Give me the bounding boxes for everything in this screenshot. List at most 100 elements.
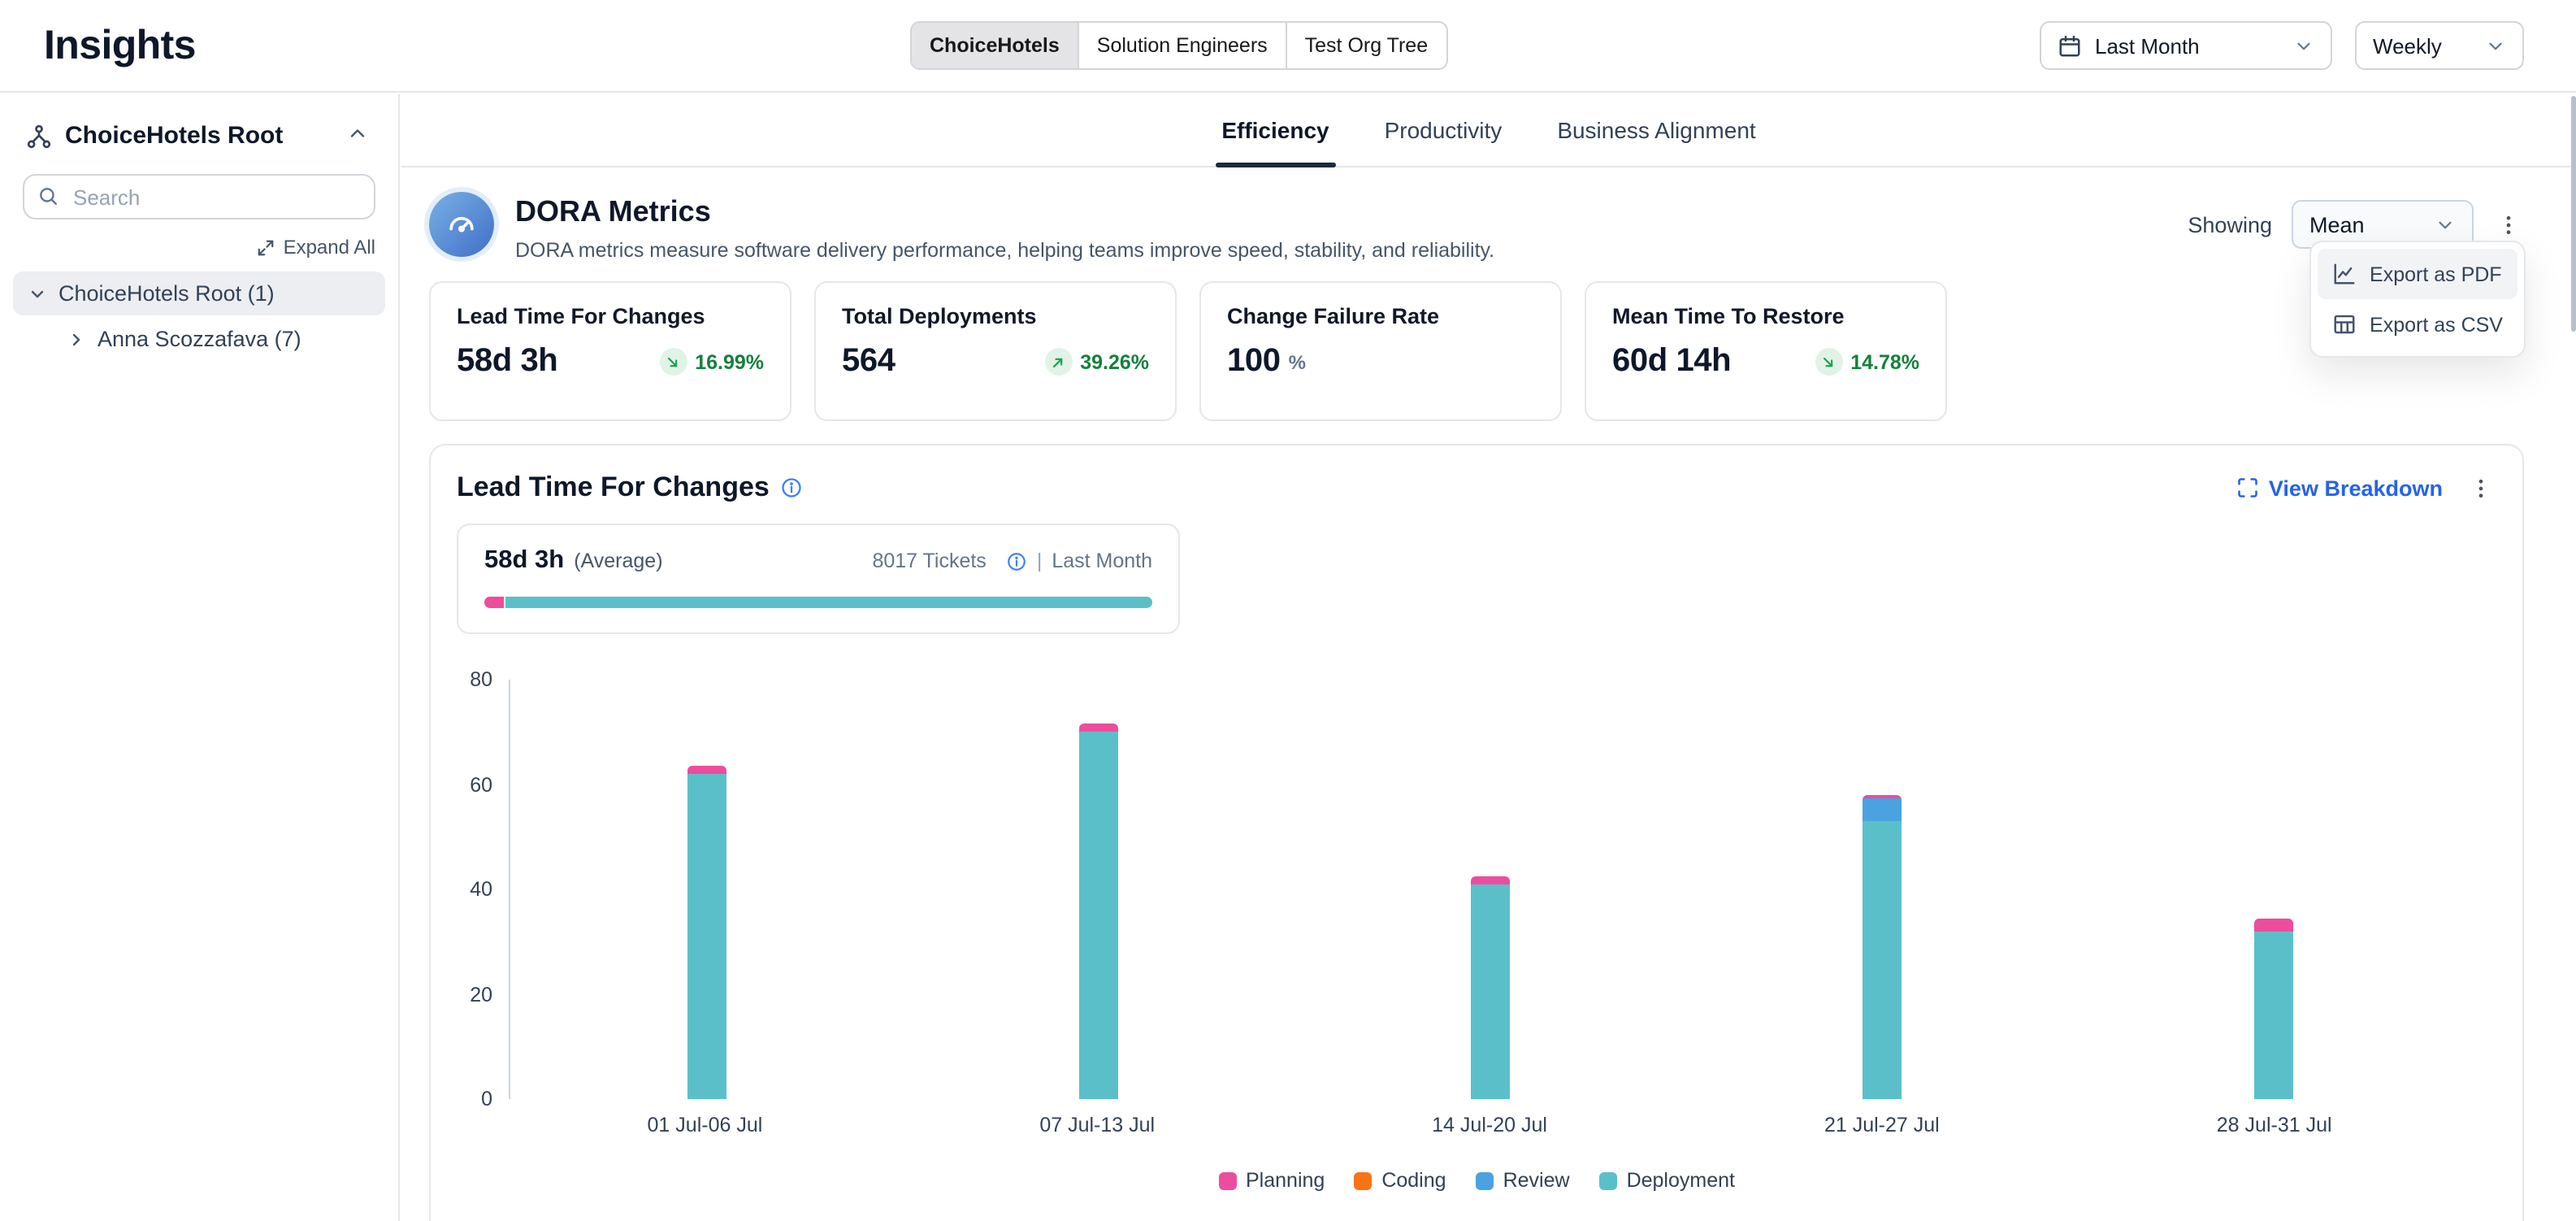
- menu-item-label: Export as CSV: [2370, 313, 2503, 336]
- bar-segment-planning: [1079, 724, 1118, 732]
- tickets-count: 8017 Tickets: [872, 550, 986, 572]
- search-icon: [37, 185, 59, 206]
- sidebar-search: [23, 174, 375, 219]
- panel-kebab-menu-button[interactable]: [2465, 472, 2496, 503]
- legend-item-deployment[interactable]: Deployment: [1599, 1169, 1735, 1192]
- app-header: Insights ChoiceHotels Solution Engineers…: [0, 0, 2576, 93]
- summary-qualifier: (Average): [574, 550, 662, 572]
- expand-all-button[interactable]: Expand All: [23, 236, 375, 259]
- chevron-down-icon: [2435, 214, 2456, 235]
- info-icon[interactable]: [781, 476, 804, 499]
- stacked-bar-5[interactable]: [2255, 918, 2294, 1099]
- metric-delta: 14.78%: [1815, 348, 1919, 376]
- chart-column: [1686, 680, 2078, 1099]
- metric-card-mean-time-to-restore[interactable]: Mean Time To Restore 60d 14h 14.78%: [1585, 281, 1947, 421]
- chart-plot-area: [509, 680, 2470, 1099]
- org-tab-test-org-tree[interactable]: Test Org Tree: [1286, 23, 1446, 68]
- tab-business-alignment[interactable]: Business Alignment: [1537, 94, 1775, 166]
- sidebar-collapse-button[interactable]: [343, 119, 372, 153]
- phase-progress-bar: [484, 597, 1152, 608]
- menu-item-export-csv[interactable]: Export as CSV: [2318, 299, 2517, 350]
- bar-segment-deployment: [1471, 884, 1510, 1099]
- tree-item-choicehotels-root[interactable]: ChoiceHotels Root (1): [13, 272, 385, 315]
- legend-item-planning[interactable]: Planning: [1218, 1169, 1325, 1192]
- table-icon: [2332, 312, 2357, 337]
- y-axis-tick: 0: [481, 1088, 492, 1110]
- stacked-bar-1[interactable]: [687, 766, 726, 1099]
- summary-meta: 8017 Tickets | Last Month: [872, 550, 1152, 572]
- sidebar-header: ChoiceHotels Root: [0, 94, 398, 174]
- chart-column: [1295, 680, 1686, 1099]
- view-breakdown-label: View Breakdown: [2269, 476, 2443, 500]
- page-title: Insights: [44, 22, 196, 69]
- dora-metrics-header: DORA Metrics DORA metrics measure softwa…: [401, 167, 2576, 281]
- metric-card-change-failure-rate[interactable]: Change Failure Rate 100 %: [1199, 281, 1562, 421]
- calendar-icon: [2058, 33, 2082, 58]
- trend-down-icon: [1815, 348, 1842, 376]
- legend-label: Review: [1503, 1169, 1570, 1192]
- metric-cards: Lead Time For Changes 58d 3h 16.99% Tota…: [401, 281, 2576, 421]
- period-select[interactable]: Last Month: [2040, 21, 2332, 70]
- bar-segment-deployment: [1079, 732, 1118, 1099]
- trend-up-icon: [1044, 348, 1072, 376]
- dora-subtitle: DORA metrics measure software delivery p…: [515, 239, 1494, 262]
- view-tabs: Efficiency Productivity Business Alignme…: [401, 94, 2576, 167]
- metric-card-lead-time[interactable]: Lead Time For Changes 58d 3h 16.99%: [429, 281, 791, 421]
- tab-efficiency[interactable]: Efficiency: [1202, 94, 1348, 166]
- metric-card-value: 60d 14h: [1612, 343, 1731, 380]
- metric-card-title: Lead Time For Changes: [457, 304, 764, 328]
- metric-card-value: 58d 3h: [457, 343, 557, 380]
- metric-card-unit: %: [1289, 350, 1306, 373]
- org-tab-solution-engineers[interactable]: Solution Engineers: [1078, 23, 1286, 68]
- stacked-bar-2[interactable]: [1079, 724, 1118, 1099]
- breakdown-expand-icon: [2236, 476, 2259, 499]
- panel-header: Lead Time For Changes View Breakdown: [457, 471, 2496, 504]
- y-axis-tick: 60: [470, 773, 492, 796]
- lead-time-summary-card: 58d 3h (Average) 8017 Tickets | Last Mon…: [457, 524, 1180, 634]
- chevron-down-icon: [28, 284, 47, 303]
- view-breakdown-link[interactable]: View Breakdown: [2236, 476, 2443, 500]
- legend-swatch: [1476, 1171, 1494, 1189]
- metric-delta: 39.26%: [1044, 348, 1149, 376]
- legend-item-coding[interactable]: Coding: [1354, 1169, 1446, 1192]
- tab-productivity[interactable]: Productivity: [1365, 94, 1522, 166]
- progress-segment-planning: [484, 597, 504, 608]
- org-tree: ChoiceHotels Root (1) Anna Scozzafava (7…: [0, 272, 398, 361]
- search-input[interactable]: [23, 174, 375, 219]
- bar-segment-review: [1863, 797, 1902, 821]
- menu-item-label: Export as PDF: [2370, 263, 2502, 285]
- tab-label: Business Alignment: [1557, 117, 1755, 143]
- legend-swatch: [1218, 1171, 1236, 1189]
- granularity-select[interactable]: Weekly: [2355, 21, 2524, 70]
- x-axis-label: 21 Jul-27 Jul: [1685, 1114, 2078, 1136]
- chart-column: [2079, 680, 2470, 1099]
- x-axis-label: 28 Jul-31 Jul: [2078, 1114, 2470, 1136]
- scrollbar-thumb[interactable]: [2571, 96, 2576, 332]
- chart-y-axis: 020406080: [457, 680, 509, 1099]
- menu-item-export-pdf[interactable]: Export as PDF: [2318, 249, 2517, 299]
- period-select-value: Last Month: [2095, 33, 2200, 58]
- panel-actions: View Breakdown: [2236, 472, 2496, 503]
- tree-item-anna-scozzafava[interactable]: Anna Scozzafava (7): [52, 317, 385, 361]
- tree-item-label: Anna Scozzafava (7): [98, 327, 301, 351]
- export-menu: Export as PDF Export as CSV: [2309, 241, 2526, 358]
- metric-delta-value: 14.78%: [1850, 350, 1919, 373]
- info-icon[interactable]: [1006, 550, 1027, 571]
- metric-card-title: Change Failure Rate: [1227, 304, 1534, 328]
- stacked-bar-4[interactable]: [1863, 795, 1902, 1099]
- dora-kebab-menu-button[interactable]: [2493, 209, 2524, 240]
- summary-period: Last Month: [1052, 550, 1152, 572]
- metric-card-total-deployments[interactable]: Total Deployments 564 39.26%: [814, 281, 1177, 421]
- summary-value: 58d 3h: [484, 546, 564, 576]
- granularity-select-value: Weekly: [2373, 33, 2442, 58]
- chart-legend: Planning Coding Review Deployment: [457, 1169, 2496, 1192]
- bar-segment-deployment: [687, 774, 726, 1099]
- y-axis-tick: 40: [470, 878, 492, 901]
- org-tab-choicehotels[interactable]: ChoiceHotels: [912, 23, 1078, 68]
- sidebar-title: ChoiceHotels Root: [65, 122, 283, 150]
- legend-item-review[interactable]: Review: [1476, 1169, 1570, 1192]
- stacked-bar-3[interactable]: [1471, 876, 1510, 1099]
- expand-icon: [258, 238, 275, 256]
- aggregation-select-value: Mean: [2309, 212, 2365, 237]
- trend-down-icon: [659, 348, 687, 376]
